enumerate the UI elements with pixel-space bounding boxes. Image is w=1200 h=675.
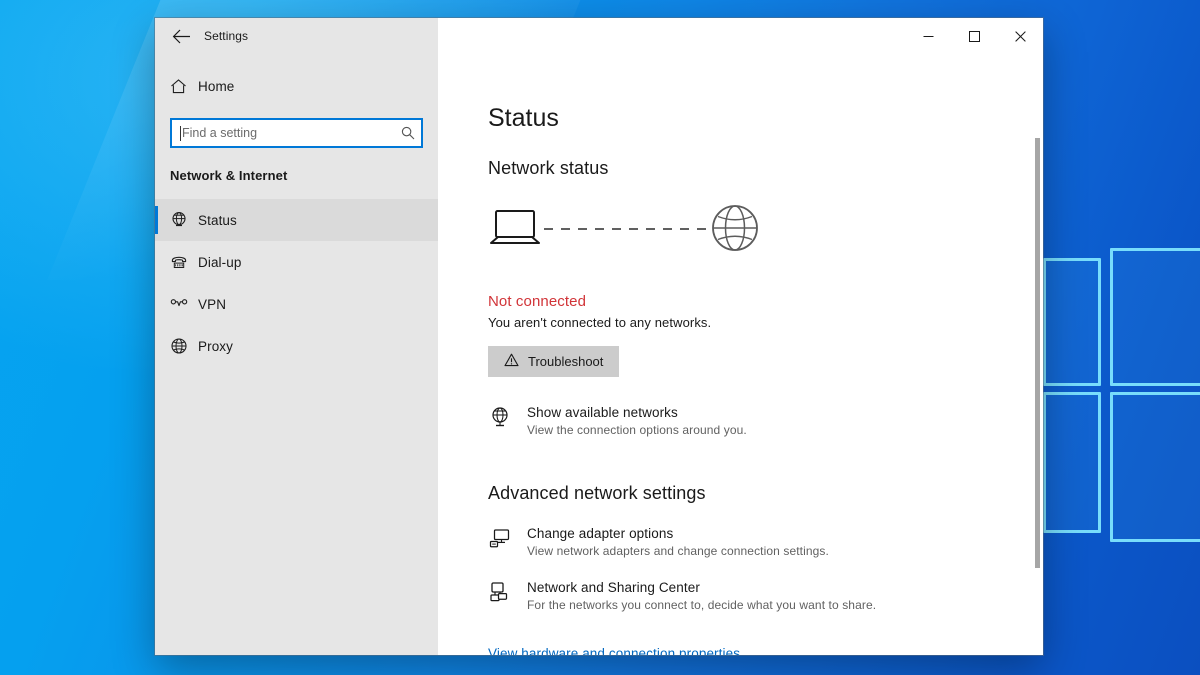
row-text: Network and Sharing Center For the netwo… <box>527 580 876 612</box>
search-icon[interactable] <box>401 126 415 140</box>
sidebar-category-title: Network & Internet <box>170 168 288 183</box>
row-text: Change adapter options View network adap… <box>527 526 829 558</box>
warning-triangle-icon <box>504 353 519 370</box>
network-globe-icon <box>488 405 512 428</box>
windows-logo-pane <box>1043 258 1101 386</box>
windows-logo-pane <box>1110 392 1200 542</box>
network-status-icon <box>170 211 198 229</box>
row-text: Show available networks View the connect… <box>527 405 747 437</box>
search-input[interactable] <box>182 126 401 140</box>
maximize-button[interactable] <box>951 18 997 54</box>
sidebar-item-status[interactable]: Status <box>155 199 438 241</box>
sidebar-nav-list: Status Dial-up VPN Proxy <box>155 199 438 367</box>
sidebar-item-label: Proxy <box>198 338 234 354</box>
back-button[interactable] <box>160 20 202 52</box>
sidebar-item-home[interactable]: Home <box>155 68 438 104</box>
network-status-graphic <box>488 201 1003 259</box>
row-title: Change adapter options <box>527 526 674 541</box>
search-box[interactable] <box>170 118 423 148</box>
show-available-networks-row[interactable]: Show available networks View the connect… <box>488 405 1003 437</box>
globe-icon <box>170 337 198 355</box>
sidebar-item-proxy[interactable]: Proxy <box>155 325 438 367</box>
windows-logo-pane <box>1110 248 1200 386</box>
row-description: View the connection options around you. <box>527 423 747 437</box>
desktop-background: Settings Home Find a setting Network & I… <box>0 0 1200 675</box>
row-description: For the networks you connect to, decide … <box>527 598 877 612</box>
text-caret <box>180 125 181 141</box>
content-pane: Status Network status Not connected You … <box>438 54 1043 655</box>
status-description: You aren't connected to any networks. <box>488 315 712 330</box>
globe-icon <box>710 203 760 258</box>
dashed-connector <box>542 221 710 239</box>
windows-logo-pane <box>1043 392 1101 533</box>
sidebar: Home Network & Internet <box>155 54 438 655</box>
status-headline: Not connected <box>488 293 587 310</box>
window-controls <box>438 18 1043 54</box>
telephone-icon <box>170 253 198 271</box>
sharing-center-icon <box>488 580 512 603</box>
title-bar: Settings <box>155 18 1043 54</box>
sidebar-item-vpn[interactable]: VPN <box>155 283 438 325</box>
page-title: Status <box>488 104 559 132</box>
settings-window: Settings Home Find a setting Network & I… <box>155 18 1043 655</box>
window-body: Home Network & Internet <box>155 54 1043 655</box>
sidebar-item-dial-up[interactable]: Dial-up <box>155 241 438 283</box>
window-title: Settings <box>204 29 249 43</box>
network-sharing-center-row[interactable]: Network and Sharing Center For the netwo… <box>488 580 1003 612</box>
view-hardware-properties-link[interactable]: View hardware and connection properties <box>488 646 1003 655</box>
row-description: View network adapters and change connect… <box>527 544 829 558</box>
network-status-heading: Network status <box>488 158 609 178</box>
vpn-icon <box>170 295 198 313</box>
close-button[interactable] <box>997 18 1043 54</box>
scrollbar-thumb[interactable] <box>1035 138 1040 568</box>
home-label: Home <box>198 78 235 94</box>
advanced-network-settings-heading: Advanced network settings <box>488 483 706 503</box>
laptop-icon <box>488 207 542 254</box>
home-icon <box>170 78 198 95</box>
troubleshoot-button[interactable]: Troubleshoot <box>488 346 620 377</box>
change-adapter-options-row[interactable]: Change adapter options View network adap… <box>488 526 1003 558</box>
row-title: Network and Sharing Center <box>527 580 700 595</box>
troubleshoot-label: Troubleshoot <box>528 354 604 369</box>
minimize-button[interactable] <box>905 18 951 54</box>
monitor-adapter-icon <box>488 526 512 549</box>
title-bar-left: Settings <box>155 18 438 54</box>
sidebar-item-label: Status <box>198 212 237 228</box>
content-scrollbar[interactable] <box>1032 54 1043 655</box>
sidebar-item-label: Dial-up <box>198 254 242 270</box>
row-title: Show available networks <box>527 405 678 420</box>
search-container <box>155 118 438 148</box>
content-inner: Status Network status Not connected You … <box>488 104 1043 655</box>
sidebar-item-label: VPN <box>198 296 227 312</box>
